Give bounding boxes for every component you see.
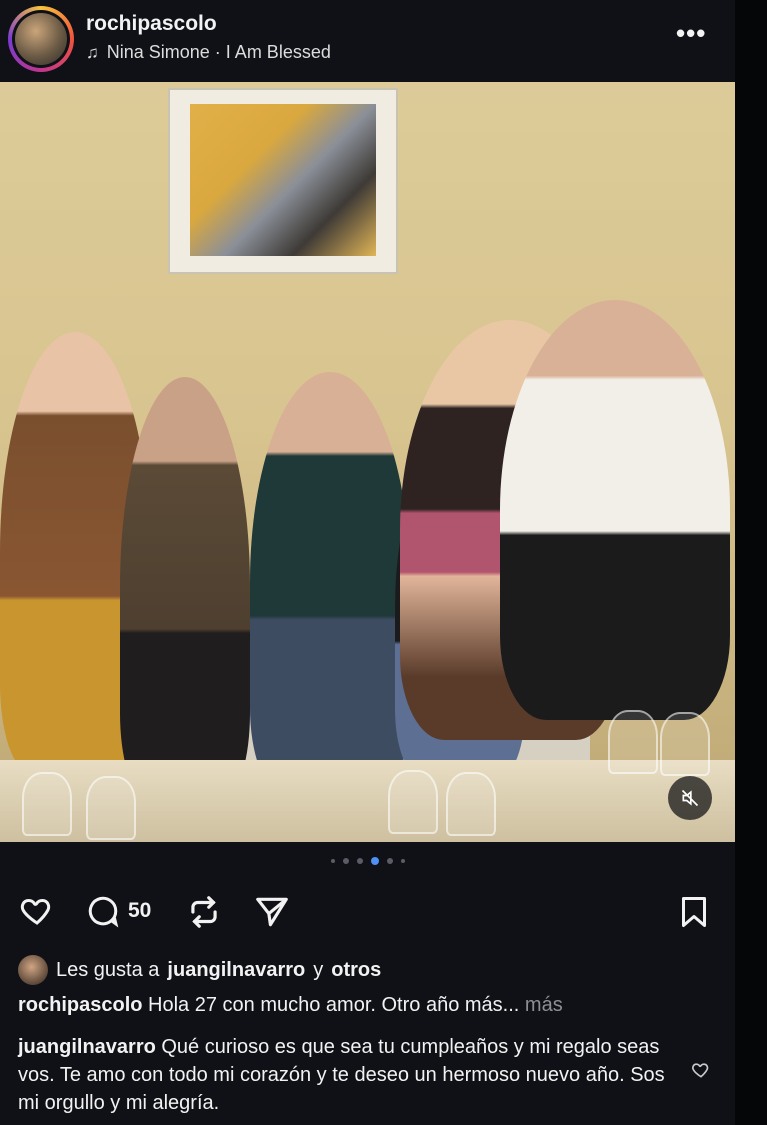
carousel-indicator: [0, 857, 735, 865]
wall-painting: [168, 88, 398, 274]
likes-summary[interactable]: Les gusta a juangilnavarro y otros: [18, 955, 381, 985]
post-photo[interactable]: [0, 82, 735, 842]
repost-icon: [191, 896, 217, 928]
wine-glass: [446, 772, 496, 836]
person-2: [120, 377, 250, 797]
story-ring[interactable]: [8, 6, 74, 72]
comment-icon: [88, 896, 119, 928]
wine-glass: [660, 712, 710, 776]
wine-glass: [388, 770, 438, 834]
wine-glass: [22, 772, 72, 836]
carousel-dot: [386, 858, 393, 864]
wine-glass: [608, 710, 658, 774]
speaker-muted-icon[interactable]: [668, 776, 712, 820]
music-label: Nina Simone · I Am Blessed: [106, 42, 331, 62]
music-note-icon: ♫: [86, 42, 99, 62]
send-icon: [256, 897, 288, 927]
comment-button[interactable]: 50: [84, 893, 151, 929]
post-header: rochipascolo ♫ Nina Simone · I Am Blesse…: [0, 0, 735, 82]
screen-edge: [735, 0, 767, 1125]
repost-button[interactable]: [184, 893, 224, 931]
comment: juangilnavarro Qué curioso es que sea tu…: [18, 1033, 678, 1117]
comment-username[interactable]: juangilnavarro: [18, 1036, 156, 1058]
bookmark-icon: [682, 897, 706, 927]
likes-user[interactable]: juangilnavarro: [167, 959, 305, 982]
post-username[interactable]: rochipascolo: [86, 12, 217, 36]
carousel-dot: [342, 858, 349, 864]
liker-avatar: [18, 955, 48, 985]
carousel-dot: [356, 858, 363, 864]
carousel-dot: [400, 859, 405, 863]
avatar-image: [15, 13, 67, 65]
more-options-icon[interactable]: •••: [676, 18, 706, 49]
save-button[interactable]: [676, 893, 712, 931]
caption-text: Hola 27 con mucho amor. Otro año más...: [148, 994, 520, 1016]
comment-like-button[interactable]: [690, 1060, 712, 1085]
share-button[interactable]: [252, 893, 292, 931]
carousel-dot: [330, 859, 335, 863]
heart-icon: [20, 898, 51, 925]
post-actions: 50: [18, 893, 718, 933]
caption-more-link[interactable]: más: [525, 994, 563, 1016]
painting-canvas: [190, 104, 376, 256]
wine-glass: [86, 776, 136, 840]
comment-count: 50: [128, 899, 152, 922]
person-3: [250, 372, 410, 792]
carousel-dot-active: [370, 857, 379, 865]
music-track[interactable]: ♫ Nina Simone · I Am Blessed: [86, 42, 331, 63]
likes-others[interactable]: otros: [331, 959, 381, 982]
heart-icon: [692, 1063, 709, 1078]
likes-prefix: Les gusta a: [56, 958, 160, 981]
avatar[interactable]: [12, 10, 70, 68]
likes-joiner: y: [313, 958, 324, 981]
caption: rochipascolo Hola 27 con mucho amor. Otr…: [18, 994, 563, 1017]
caption-username[interactable]: rochipascolo: [18, 994, 142, 1016]
person-6: [500, 300, 730, 720]
like-button[interactable]: [18, 893, 56, 929]
